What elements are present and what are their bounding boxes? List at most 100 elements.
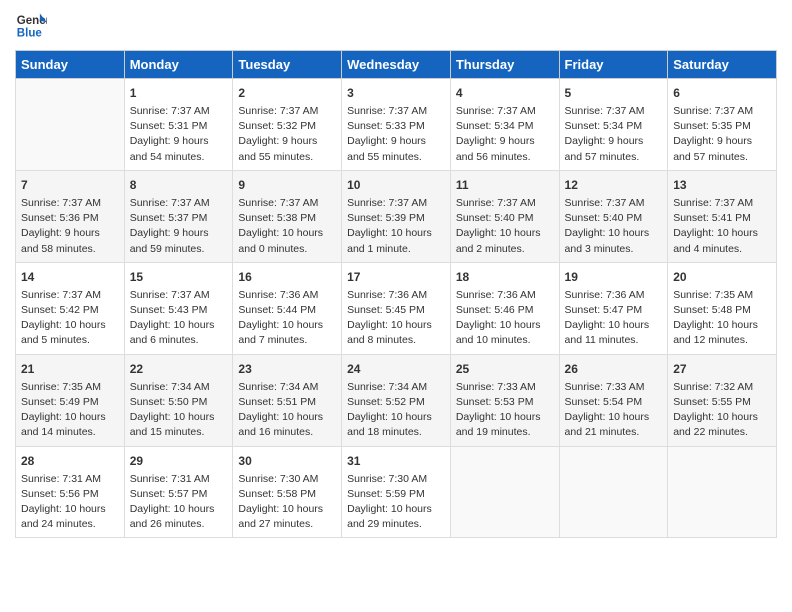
calendar-table: SundayMondayTuesdayWednesdayThursdayFrid…: [15, 50, 777, 538]
day-info: Sunrise: 7:31 AMSunset: 5:57 PMDaylight:…: [130, 472, 228, 533]
day-info: Sunrise: 7:36 AMSunset: 5:45 PMDaylight:…: [347, 288, 445, 349]
day-number: 24: [347, 360, 445, 378]
day-info: Sunrise: 7:35 AMSunset: 5:49 PMDaylight:…: [21, 380, 119, 441]
day-number: 11: [456, 176, 554, 194]
day-number: 18: [456, 268, 554, 286]
day-info: Sunrise: 7:34 AMSunset: 5:51 PMDaylight:…: [238, 380, 336, 441]
day-info: Sunrise: 7:30 AMSunset: 5:59 PMDaylight:…: [347, 472, 445, 533]
day-info: Sunrise: 7:37 AMSunset: 5:42 PMDaylight:…: [21, 288, 119, 349]
calendar-cell: 15Sunrise: 7:37 AMSunset: 5:43 PMDayligh…: [124, 262, 233, 354]
day-info: Sunrise: 7:36 AMSunset: 5:47 PMDaylight:…: [565, 288, 663, 349]
day-info: Sunrise: 7:33 AMSunset: 5:54 PMDaylight:…: [565, 380, 663, 441]
day-info: Sunrise: 7:37 AMSunset: 5:40 PMDaylight:…: [565, 196, 663, 257]
calendar-cell: 7 Sunrise: 7:37 AMSunset: 5:36 PMDaylight…: [16, 170, 125, 262]
day-info: Sunrise: 7:37 AMSunset: 5:39 PMDaylight:…: [347, 196, 445, 257]
calendar-cell: 20 Sunrise: 7:35 AMSunset: 5:48 PMDayligh…: [668, 262, 777, 354]
day-number: 29: [130, 452, 228, 470]
day-info: Sunrise: 7:35 AMSunset: 5:48 PMDaylight:…: [673, 288, 771, 349]
day-number: 2: [238, 84, 336, 102]
day-number: 19: [565, 268, 663, 286]
day-header-monday: Monday: [124, 51, 233, 79]
day-info: Sunrise: 7:31 AMSunset: 5:56 PMDaylight:…: [21, 472, 119, 533]
day-info: Sunrise: 7:36 AMSunset: 5:44 PMDaylight:…: [238, 288, 336, 349]
day-number: 9: [238, 176, 336, 194]
day-info: Sunrise: 7:37 AMSunset: 5:38 PMDaylight:…: [238, 196, 336, 257]
day-header-sunday: Sunday: [16, 51, 125, 79]
day-header-tuesday: Tuesday: [233, 51, 342, 79]
day-header-wednesday: Wednesday: [342, 51, 451, 79]
calendar-cell: 21Sunrise: 7:35 AMSunset: 5:49 PMDayligh…: [16, 354, 125, 446]
week-row-2: 7 Sunrise: 7:37 AMSunset: 5:36 PMDaylight…: [16, 170, 777, 262]
header-row: SundayMondayTuesdayWednesdayThursdayFrid…: [16, 51, 777, 79]
day-number: 20: [673, 268, 771, 286]
calendar-cell: 18Sunrise: 7:36 AMSunset: 5:46 PMDayligh…: [450, 262, 559, 354]
day-number: 27: [673, 360, 771, 378]
calendar-body: 1Sunrise: 7:37 AMSunset: 5:31 PMDaylight…: [16, 79, 777, 538]
calendar-cell: 22 Sunrise: 7:34 AMSunset: 5:50 PMDayligh…: [124, 354, 233, 446]
calendar-cell: 24 Sunrise: 7:34 AMSunset: 5:52 PMDayligh…: [342, 354, 451, 446]
day-number: 7: [21, 176, 119, 194]
week-row-1: 1Sunrise: 7:37 AMSunset: 5:31 PMDaylight…: [16, 79, 777, 171]
day-number: 14: [21, 268, 119, 286]
calendar-cell: 29 Sunrise: 7:31 AMSunset: 5:57 PMDayligh…: [124, 446, 233, 538]
calendar-cell: 14 Sunrise: 7:37 AMSunset: 5:42 PMDayligh…: [16, 262, 125, 354]
day-number: 3: [347, 84, 445, 102]
day-info: Sunrise: 7:37 AMSunset: 5:36 PMDaylight:…: [21, 196, 119, 257]
day-info: Sunrise: 7:30 AMSunset: 5:58 PMDaylight:…: [238, 472, 336, 533]
day-info: Sunrise: 7:32 AMSunset: 5:55 PMDaylight:…: [673, 380, 771, 441]
day-number: 17: [347, 268, 445, 286]
day-number: 5: [565, 84, 663, 102]
day-info: Sunrise: 7:37 AMSunset: 5:34 PMDaylight:…: [565, 104, 663, 165]
day-info: Sunrise: 7:33 AMSunset: 5:53 PMDaylight:…: [456, 380, 554, 441]
day-number: 4: [456, 84, 554, 102]
day-number: 6: [673, 84, 771, 102]
day-header-thursday: Thursday: [450, 51, 559, 79]
calendar-cell: 31 Sunrise: 7:30 AMSunset: 5:59 PMDayligh…: [342, 446, 451, 538]
day-number: 23: [238, 360, 336, 378]
day-number: 16: [238, 268, 336, 286]
week-row-4: 21Sunrise: 7:35 AMSunset: 5:49 PMDayligh…: [16, 354, 777, 446]
day-number: 8: [130, 176, 228, 194]
logo-icon: General Blue: [15, 10, 47, 42]
calendar-cell: 30 Sunrise: 7:30 AMSunset: 5:58 PMDayligh…: [233, 446, 342, 538]
day-number: 25: [456, 360, 554, 378]
day-number: 13: [673, 176, 771, 194]
calendar-cell: [668, 446, 777, 538]
calendar-cell: 6 Sunrise: 7:37 AMSunset: 5:35 PMDaylight…: [668, 79, 777, 171]
day-info: Sunrise: 7:37 AMSunset: 5:34 PMDaylight:…: [456, 104, 554, 165]
calendar-cell: 23 Sunrise: 7:34 AMSunset: 5:51 PMDayligh…: [233, 354, 342, 446]
day-number: 31: [347, 452, 445, 470]
day-info: Sunrise: 7:37 AMSunset: 5:32 PMDaylight:…: [238, 104, 336, 165]
day-number: 28: [21, 452, 119, 470]
calendar-cell: 27 Sunrise: 7:32 AMSunset: 5:55 PMDayligh…: [668, 354, 777, 446]
calendar-cell: [559, 446, 668, 538]
day-number: 10: [347, 176, 445, 194]
day-number: 15: [130, 268, 228, 286]
svg-text:Blue: Blue: [17, 28, 43, 40]
calendar-header: SundayMondayTuesdayWednesdayThursdayFrid…: [16, 51, 777, 79]
calendar-cell: 3Sunrise: 7:37 AMSunset: 5:33 PMDaylight…: [342, 79, 451, 171]
calendar-cell: 11 Sunrise: 7:37 AMSunset: 5:40 PMDayligh…: [450, 170, 559, 262]
logo: General Blue: [15, 10, 47, 42]
day-info: Sunrise: 7:34 AMSunset: 5:50 PMDaylight:…: [130, 380, 228, 441]
calendar-cell: 10 Sunrise: 7:37 AMSunset: 5:39 PMDayligh…: [342, 170, 451, 262]
calendar-cell: 26Sunrise: 7:33 AMSunset: 5:54 PMDayligh…: [559, 354, 668, 446]
calendar-cell: 16 Sunrise: 7:36 AMSunset: 5:44 PMDayligh…: [233, 262, 342, 354]
calendar-cell: 9 Sunrise: 7:37 AMSunset: 5:38 PMDaylight…: [233, 170, 342, 262]
day-number: 30: [238, 452, 336, 470]
page-header: General Blue: [15, 10, 777, 42]
calendar-cell: 8Sunrise: 7:37 AMSunset: 5:37 PMDaylight…: [124, 170, 233, 262]
calendar-cell: [450, 446, 559, 538]
calendar-cell: 25 Sunrise: 7:33 AMSunset: 5:53 PMDayligh…: [450, 354, 559, 446]
day-info: Sunrise: 7:37 AMSunset: 5:40 PMDaylight:…: [456, 196, 554, 257]
day-header-saturday: Saturday: [668, 51, 777, 79]
week-row-3: 14 Sunrise: 7:37 AMSunset: 5:42 PMDayligh…: [16, 262, 777, 354]
day-info: Sunrise: 7:37 AMSunset: 5:35 PMDaylight:…: [673, 104, 771, 165]
day-info: Sunrise: 7:37 AMSunset: 5:41 PMDaylight:…: [673, 196, 771, 257]
calendar-cell: 17 Sunrise: 7:36 AMSunset: 5:45 PMDayligh…: [342, 262, 451, 354]
calendar-cell: 1Sunrise: 7:37 AMSunset: 5:31 PMDaylight…: [124, 79, 233, 171]
calendar-cell: 13 Sunrise: 7:37 AMSunset: 5:41 PMDayligh…: [668, 170, 777, 262]
calendar-cell: 4 Sunrise: 7:37 AMSunset: 5:34 PMDaylight…: [450, 79, 559, 171]
day-number: 22: [130, 360, 228, 378]
day-info: Sunrise: 7:34 AMSunset: 5:52 PMDaylight:…: [347, 380, 445, 441]
